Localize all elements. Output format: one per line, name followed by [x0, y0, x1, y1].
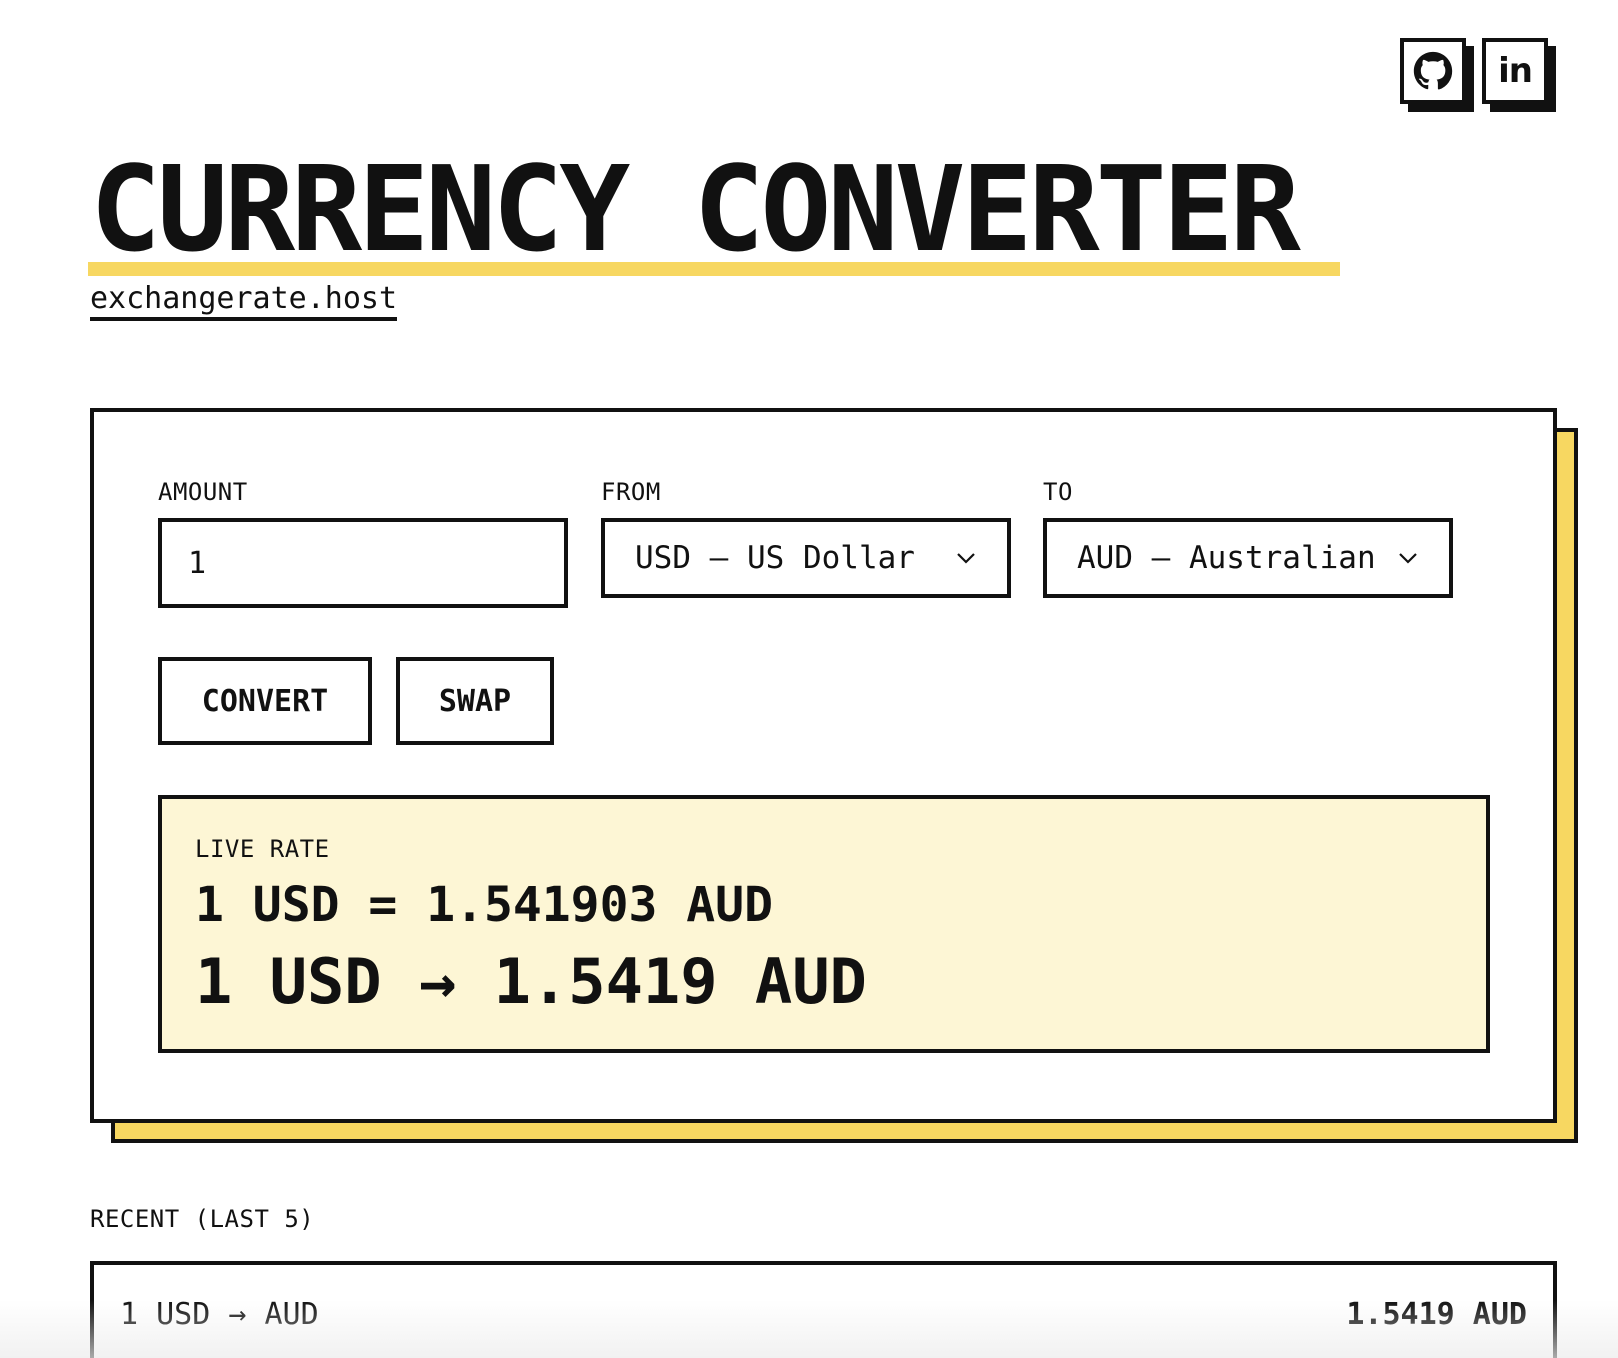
converter-card: AMOUNT FROM USD — US Dollar TO AUD — Aus… [90, 408, 1557, 1123]
page: in CURRENCY CONVERTER exchangerate.host … [0, 0, 1618, 1358]
chevron-down-icon [957, 553, 975, 564]
converted-amount: 1 USD → 1.5419 AUD [195, 945, 867, 1018]
to-currency-select[interactable]: AUD — Australian Dollar [1043, 518, 1453, 598]
linkedin-link[interactable]: in [1482, 38, 1548, 104]
amount-input[interactable] [158, 518, 568, 608]
recent-pair: 1 USD → AUD [120, 1296, 319, 1332]
live-rate-value: 1 USD = 1.541903 AUD [195, 877, 773, 933]
recent-value: 1.5419 AUD [1346, 1296, 1527, 1332]
to-label: TO [1043, 478, 1073, 506]
to-currency-value: AUD — Australian Dollar [1077, 540, 1389, 576]
result-panel: LIVE RATE 1 USD = 1.541903 AUD 1 USD → 1… [158, 795, 1490, 1053]
source-link[interactable]: exchangerate.host [90, 282, 398, 321]
from-currency-select[interactable]: USD — US Dollar [601, 518, 1011, 598]
linkedin-icon: in [1498, 51, 1533, 91]
page-title: CURRENCY CONVERTER [90, 140, 1301, 278]
github-link[interactable] [1400, 38, 1466, 104]
amount-label: AMOUNT [158, 478, 248, 506]
header: CURRENCY CONVERTER [90, 140, 1301, 278]
swap-button[interactable]: SWAP [396, 657, 554, 745]
convert-button[interactable]: CONVERT [158, 657, 372, 745]
live-rate-label: LIVE RATE [195, 835, 330, 863]
chevron-down-icon [1399, 553, 1417, 564]
from-currency-value: USD — US Dollar [635, 540, 915, 576]
list-item: 1 USD → AUD 1.5419 AUD [90, 1261, 1557, 1358]
github-icon [1413, 51, 1453, 90]
from-label: FROM [601, 478, 661, 506]
recent-label: RECENT (LAST 5) [90, 1205, 315, 1233]
social-links: in [1400, 38, 1548, 104]
